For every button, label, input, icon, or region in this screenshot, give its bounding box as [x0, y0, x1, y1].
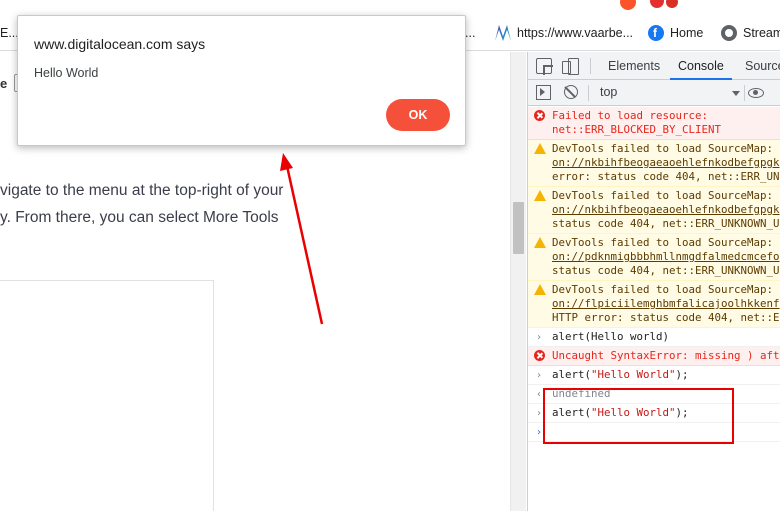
console-line: alert("Hello World");: [552, 368, 780, 382]
warning-icon: [534, 190, 546, 201]
console-message-result[interactable]: ‹ undefined: [528, 385, 780, 404]
toolbar-divider: [590, 58, 591, 74]
bookmark-item-stream[interactable]: Stream...: [721, 24, 780, 42]
error-icon: [534, 110, 545, 121]
tab-sources[interactable]: Source: [745, 52, 780, 80]
error-icon: [534, 350, 545, 361]
screenshot-root: E... ... https://www.vaarbe... Home Stre…: [0, 0, 780, 511]
console-line: on://nkbihfbeogaeaoehlefnkodbefgpgk: [552, 156, 780, 169]
input-arrow-icon: ›: [536, 370, 543, 381]
console-line: DevTools failed to load SourceMap:: [552, 283, 774, 296]
live-expression-eye-icon[interactable]: [748, 88, 764, 98]
console-line: undefined: [552, 387, 611, 400]
console-toolbar: top: [528, 80, 780, 106]
console-message-warn[interactable]: DevTools failed to load SourceMap: on://p…: [528, 234, 780, 281]
result-arrow-icon: ‹: [536, 389, 543, 400]
clear-console-icon[interactable]: [564, 85, 578, 99]
console-line: DevTools failed to load SourceMap:: [552, 236, 774, 249]
console-line: Uncaught SyntaxError: missing ) aft: [552, 349, 780, 362]
bookmark-item-truncated[interactable]: ...: [465, 24, 475, 42]
bookmark-label: https://www.vaarbe...: [517, 26, 634, 40]
browser-toolbar-strip: [0, 0, 780, 15]
console-message-warn[interactable]: DevTools failed to load SourceMap: on://n…: [528, 187, 780, 234]
console-messages: Failed to load resource: net::ERR_BLOCKED…: [528, 107, 780, 442]
alert-ok-button[interactable]: OK: [386, 99, 450, 131]
warning-icon: [534, 284, 546, 295]
chevron-down-icon[interactable]: [732, 91, 740, 96]
article-text-line: vigate to the menu at the top-right of y…: [0, 182, 284, 199]
brave-shield-icon[interactable]: [620, 0, 636, 10]
alert-dialog: www.digitalocean.com says Hello World OK: [17, 15, 466, 146]
console-line: net::ERR_BLOCKED_BY_CLIENT: [552, 123, 722, 136]
console-message-warn[interactable]: DevTools failed to load SourceMap: on://n…: [528, 140, 780, 187]
bookmark-item-truncated[interactable]: E...: [0, 24, 19, 42]
console-line: error: status code 404, net::ERR_UN: [552, 170, 780, 183]
console-code: );: [675, 406, 689, 419]
brave-rewards-icon[interactable]: [650, 0, 664, 8]
console-prompt-icon: ›: [536, 427, 543, 438]
input-arrow-icon: ›: [536, 332, 543, 343]
show-sidebar-icon[interactable]: [536, 85, 551, 100]
console-message-input[interactable]: › alert("Hello World");: [528, 404, 780, 423]
console-line: on://nkbihfbeogaeaoehlefnkodbefgpgk: [552, 203, 780, 216]
bookmark-item-vaarbe[interactable]: https://www.vaarbe...: [495, 24, 633, 42]
context-selector[interactable]: top: [600, 85, 617, 99]
article-text-line: y. From there, you can select More Tools: [0, 209, 279, 226]
console-line: status code 404, net::ERR_UNKNOWN_U: [552, 217, 780, 230]
inspect-element-icon[interactable]: [536, 58, 552, 74]
globe-icon: [721, 25, 737, 41]
console-message-warn[interactable]: DevTools failed to load SourceMap: on://f…: [528, 281, 780, 328]
console-line: DevTools failed to load SourceMap:: [552, 189, 774, 202]
notification-badge-icon: [666, 0, 678, 8]
console-line: DevTools failed to load SourceMap:: [552, 142, 774, 155]
device-toolbar-icon[interactable]: [562, 58, 579, 75]
article-image-frame: [0, 280, 214, 511]
toolbar-divider: [588, 85, 589, 101]
console-message-input[interactable]: › alert("Hello World");: [528, 366, 780, 385]
devtools-panel: Elements Console Source top Failed to lo…: [527, 52, 780, 511]
console-code: );: [675, 368, 689, 381]
console-string-literal: "Hello World": [591, 368, 676, 381]
bookmark-label: E...: [0, 26, 19, 40]
page-scrollbar-thumb[interactable]: [513, 202, 524, 254]
devtools-tab-bar: Elements Console Source: [528, 52, 780, 80]
bookmark-item-home[interactable]: Home: [648, 24, 703, 42]
warning-icon: [534, 143, 546, 154]
console-string-literal: "Hello World": [591, 406, 676, 419]
warning-icon: [534, 237, 546, 248]
console-message-prompt[interactable]: ›: [528, 423, 780, 442]
alert-dialog-title: www.digitalocean.com says: [34, 36, 206, 52]
console-line: on://pdknmigbbbhmllnmgdfalmedcmcefo: [552, 250, 780, 263]
console-message-error[interactable]: Uncaught SyntaxError: missing ) aft: [528, 347, 780, 366]
tab-elements[interactable]: Elements: [608, 52, 660, 80]
console-line: alert(Hello world): [552, 330, 670, 343]
bookmark-label: Home: [670, 26, 704, 40]
bookmark-label: Stream...: [743, 26, 780, 40]
console-line: HTTP error: status code 404, net::E: [552, 311, 780, 324]
console-code: alert(: [552, 368, 592, 381]
page-scrollbar[interactable]: [510, 52, 526, 511]
vaarbe-logo-icon: [495, 25, 511, 41]
console-line: Failed to load resource:: [552, 109, 709, 122]
input-arrow-icon: ›: [536, 408, 543, 419]
console-code: alert(: [552, 406, 592, 419]
toolbar-divider: [744, 85, 745, 101]
console-line: alert("Hello World");: [552, 406, 780, 420]
console-line: status code 404, net::ERR_UNKNOWN_U: [552, 264, 780, 277]
console-message-error[interactable]: Failed to load resource: net::ERR_BLOCKED…: [528, 107, 780, 140]
facebook-icon: [648, 25, 664, 41]
console-message-input[interactable]: › alert(Hello world): [528, 328, 780, 347]
page-heading-fragment: e: [0, 76, 8, 91]
tab-console[interactable]: Console: [670, 52, 732, 80]
alert-dialog-message: Hello World: [34, 66, 99, 80]
console-line: on://flpiciilemghbmfalicajoolhkkenf: [552, 297, 780, 310]
bookmark-label: ...: [465, 26, 476, 40]
